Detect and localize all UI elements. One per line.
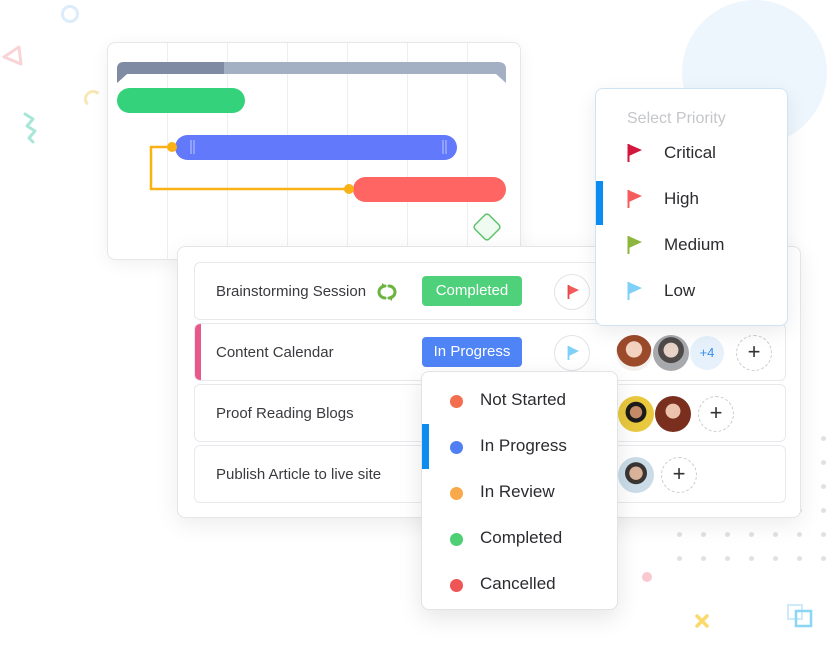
avatar-woman-brown-hair[interactable] xyxy=(655,396,691,432)
status-option-in-progress[interactable]: In Progress xyxy=(422,424,617,469)
decorative-arc xyxy=(80,86,105,111)
avatar-man-gray[interactable] xyxy=(653,335,689,371)
task-name: Proof Reading Blogs xyxy=(216,405,354,422)
status-dot-icon xyxy=(450,487,463,500)
add-assignee-button[interactable]: + xyxy=(736,335,772,371)
gantt-summary-bar[interactable] xyxy=(117,62,506,83)
priority-dropdown: Select Priority Critical High Medium Low xyxy=(595,88,788,326)
status-option-label: In Review xyxy=(480,482,555,501)
priority-button[interactable] xyxy=(554,274,590,310)
priority-option-label: Medium xyxy=(664,235,725,254)
priority-dropdown-title: Select Priority xyxy=(627,110,726,127)
selected-indicator xyxy=(422,424,429,469)
avatar-woman-red-hair[interactable] xyxy=(616,335,652,371)
gantt-task-bar-red[interactable] xyxy=(353,177,506,202)
decorative-dot xyxy=(642,572,652,582)
more-assignees-count[interactable]: +4 xyxy=(690,336,724,370)
dependency-handle[interactable] xyxy=(344,184,354,194)
status-dot-icon xyxy=(450,533,463,546)
gantt-chart xyxy=(117,62,506,241)
priority-button[interactable] xyxy=(554,335,590,371)
status-badge[interactable]: In Progress xyxy=(422,337,522,367)
flag-high-icon xyxy=(627,190,642,208)
status-option-in-review[interactable]: In Review xyxy=(422,472,617,512)
avatar-man-cap[interactable] xyxy=(618,396,654,432)
priority-option-critical[interactable]: Critical xyxy=(596,133,787,173)
add-assignee-button[interactable]: + xyxy=(661,457,697,493)
status-option-label: Not Started xyxy=(480,390,566,409)
status-option-label: Cancelled xyxy=(480,574,556,593)
assignees: + xyxy=(618,457,697,493)
dependency-handle[interactable] xyxy=(167,142,177,152)
flag-icon xyxy=(567,285,579,299)
recurring-icon xyxy=(377,283,397,301)
status-badge[interactable]: Completed xyxy=(422,276,522,306)
status-option-cancelled[interactable]: Cancelled xyxy=(422,564,617,604)
decorative-cross xyxy=(695,614,709,628)
status-dot-icon xyxy=(450,395,463,408)
gantt-task-bar-blue[interactable] xyxy=(175,135,457,160)
assignees: +4 + xyxy=(616,335,772,371)
task-name: Publish Article to live site xyxy=(216,466,382,483)
flag-critical-icon xyxy=(627,144,642,162)
status-option-label: In Progress xyxy=(480,436,567,455)
selected-indicator xyxy=(596,181,603,225)
gantt-task-bar-green[interactable] xyxy=(117,88,245,113)
row-highlight-bar xyxy=(195,324,201,380)
task-name: Brainstorming Session xyxy=(216,283,367,300)
avatar-man-beard[interactable] xyxy=(618,457,654,493)
status-dropdown: Not Started In Progress In Review Comple… xyxy=(421,371,618,610)
milestone-diamond[interactable] xyxy=(473,213,501,241)
task-name: Content Calendar xyxy=(216,344,334,361)
status-dot-icon xyxy=(450,441,463,454)
status-option-completed[interactable]: Completed xyxy=(422,518,617,558)
add-assignee-button[interactable]: + xyxy=(698,396,734,432)
gantt-chart-card xyxy=(107,42,521,260)
decorative-squares xyxy=(787,604,813,628)
priority-option-medium[interactable]: Medium xyxy=(596,225,787,265)
priority-option-label: High xyxy=(664,189,699,208)
assignees: + xyxy=(618,396,734,432)
priority-option-label: Low xyxy=(664,281,696,300)
flag-low-icon xyxy=(627,282,642,300)
priority-option-low[interactable]: Low xyxy=(596,271,787,311)
decorative-triangle xyxy=(2,45,23,66)
priority-option-label: Critical xyxy=(664,143,716,162)
flag-medium-icon xyxy=(627,236,642,254)
priority-option-high[interactable]: High xyxy=(596,179,787,225)
flag-icon xyxy=(567,346,579,360)
status-dot-icon xyxy=(450,579,463,592)
status-option-not-started[interactable]: Not Started xyxy=(422,380,617,420)
decorative-squiggle xyxy=(23,112,37,144)
status-option-label: Completed xyxy=(480,528,563,547)
decorative-ring xyxy=(61,5,79,23)
